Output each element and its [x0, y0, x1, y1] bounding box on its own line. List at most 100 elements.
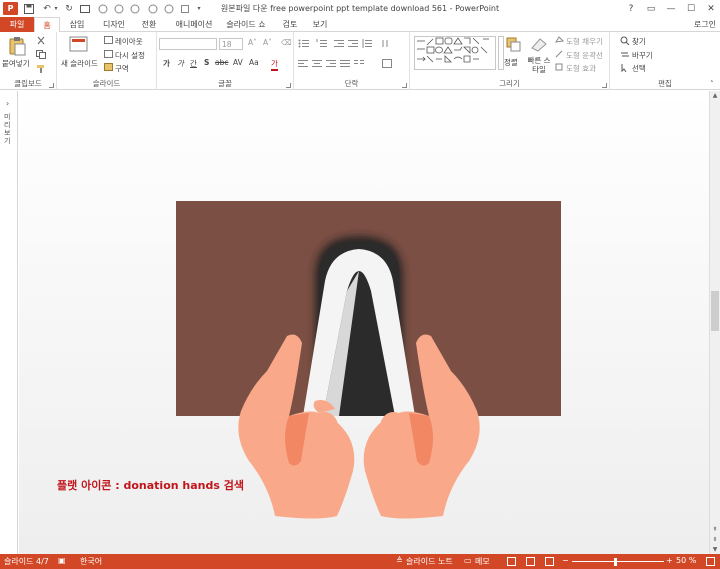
arrange-button[interactable]: 정렬 — [504, 57, 518, 68]
slide-editing-area[interactable]: 플랫 아이콘 : donation hands 검색 — [19, 91, 709, 554]
new-slide-icon[interactable] — [69, 36, 89, 56]
align-right-icon[interactable] — [326, 59, 336, 70]
close-button[interactable]: ✕ — [700, 0, 720, 17]
thumbnail-pane-collapsed[interactable]: › 미리 보기 — [0, 91, 18, 554]
scroll-up-icon[interactable]: ▲ — [710, 91, 720, 100]
zoom-in-icon[interactable]: + — [666, 556, 673, 565]
tab-animations[interactable]: 애니메이션 — [168, 17, 220, 32]
group-paragraph: 단락 — [294, 32, 410, 90]
zoom-out-icon[interactable]: − — [562, 556, 569, 565]
font-size-value: 18 — [222, 40, 232, 49]
grow-font-icon[interactable]: A˄ — [248, 38, 257, 47]
language-indicator[interactable]: 한국어 — [80, 556, 102, 567]
tab-view[interactable]: 보기 — [306, 17, 334, 32]
align-left-icon[interactable] — [298, 59, 308, 70]
fit-slide-icon[interactable] — [706, 557, 715, 566]
change-case-button[interactable]: Aa — [249, 58, 259, 67]
find-button[interactable]: 찾기 — [632, 36, 646, 47]
proofing-icon[interactable]: ▣ — [58, 556, 66, 565]
notes-button[interactable]: 슬라이드 노트 — [406, 556, 453, 567]
tab-design[interactable]: 디자인 — [96, 17, 132, 32]
columns-icon[interactable] — [354, 59, 364, 70]
layout-button[interactable]: 레이아웃 — [115, 36, 143, 47]
arrange-icon[interactable] — [506, 37, 522, 55]
shape-effects-button[interactable]: 도형 효과 — [566, 63, 596, 74]
font-color-button[interactable]: 가 — [271, 58, 278, 71]
tab-home[interactable]: 홈 — [34, 17, 60, 33]
underline-button[interactable]: 간 — [190, 58, 197, 69]
login-link[interactable]: 로그인 — [694, 19, 716, 30]
quick-styles-button[interactable]: 빠른 스타일 — [527, 56, 551, 74]
clipboard-launcher[interactable] — [49, 83, 54, 88]
replace-button[interactable]: 바꾸기 — [632, 50, 653, 61]
zoom-level[interactable]: 50 % — [676, 556, 696, 565]
scroll-down-icon[interactable]: ▼ — [710, 545, 720, 554]
reset-button[interactable]: 다시 설정 — [115, 50, 145, 61]
char-spacing-icon[interactable]: AV — [233, 58, 243, 67]
scroll-thumb[interactable] — [711, 291, 719, 331]
expand-pane-icon[interactable]: › — [6, 99, 9, 108]
shrink-font-icon[interactable]: A˅ — [263, 38, 272, 47]
comments-icon[interactable]: ▭ — [464, 556, 472, 565]
italic-button[interactable]: 가 — [177, 58, 184, 69]
increase-indent-icon[interactable] — [348, 39, 358, 50]
ribbon-display-button[interactable]: ▭ — [640, 0, 662, 17]
zoom-slider-thumb[interactable] — [614, 558, 617, 566]
clear-format-icon[interactable]: ⌫ — [281, 38, 292, 47]
maximize-button[interactable]: ☐ — [680, 0, 702, 17]
shapes-gallery[interactable] — [414, 36, 496, 70]
notes-icon[interactable]: ≜ — [396, 556, 403, 565]
shadow-button[interactable]: S — [204, 58, 209, 67]
help-button[interactable]: ? — [620, 0, 642, 17]
layout-icon — [104, 36, 113, 46]
shape-outline-button[interactable]: 도형 윤곽선 — [566, 50, 603, 61]
strikethrough-button[interactable]: abc — [215, 58, 228, 67]
group-slides: 새 슬라이드 레이아웃 다시 설정 구역 슬라이드 — [57, 32, 157, 90]
tab-review[interactable]: 검토 — [276, 17, 304, 32]
copy-icon[interactable] — [36, 50, 46, 61]
tab-file[interactable]: 파일 — [0, 17, 34, 32]
paste-button[interactable]: 붙여넣기 — [2, 58, 30, 69]
comments-button[interactable]: 메모 — [475, 556, 490, 567]
shape-effects-icon — [555, 63, 564, 73]
tab-insert[interactable]: 삽입 — [62, 17, 92, 32]
normal-view-icon[interactable] — [507, 557, 516, 566]
shape-outline-icon — [555, 50, 564, 60]
bullets-icon[interactable] — [298, 39, 310, 50]
new-slide-button[interactable]: 새 슬라이드 — [61, 58, 98, 69]
select-button[interactable]: 선택 — [632, 63, 646, 74]
group-clipboard: 붙여넣기 클립보드 — [0, 32, 57, 90]
bold-button[interactable]: 가 — [163, 58, 170, 69]
paragraph-launcher[interactable] — [402, 83, 407, 88]
replace-icon — [620, 50, 630, 61]
slide-sorter-icon[interactable] — [526, 557, 535, 566]
drawing-launcher[interactable] — [602, 83, 607, 88]
format-painter-icon[interactable] — [36, 64, 46, 75]
quick-styles-icon[interactable] — [530, 36, 548, 54]
shape-fill-button[interactable]: 도형 채우기 — [566, 36, 603, 47]
decrease-indent-icon[interactable] — [334, 39, 344, 50]
minimize-button[interactable]: — — [660, 0, 682, 17]
tab-slideshow[interactable]: 슬라이드 쇼 — [222, 17, 270, 32]
line-spacing-icon[interactable] — [362, 39, 372, 50]
collapse-ribbon-icon[interactable]: ˄ — [710, 80, 714, 88]
reading-view-icon[interactable] — [545, 557, 554, 566]
tab-transitions[interactable]: 전환 — [134, 17, 164, 32]
slide-caption[interactable]: 플랫 아이콘 : donation hands 검색 — [57, 477, 244, 493]
paste-icon[interactable] — [8, 36, 26, 58]
align-center-icon[interactable] — [312, 59, 322, 70]
prev-slide-icon[interactable]: ⇞ — [710, 525, 720, 534]
font-family-select[interactable] — [159, 38, 217, 50]
font-launcher[interactable] — [286, 83, 291, 88]
align-text-icon[interactable] — [382, 59, 392, 70]
vertical-scrollbar[interactable]: ▲ ⇞ ⇟ ▼ — [709, 91, 720, 554]
zoom-slider[interactable] — [572, 561, 664, 562]
justify-icon[interactable] — [340, 59, 350, 70]
font-size-select[interactable]: 18 — [219, 38, 243, 50]
cut-icon[interactable] — [36, 36, 46, 47]
section-button[interactable]: 구역 — [115, 63, 129, 74]
text-direction-icon[interactable] — [382, 39, 392, 50]
window-title: 원본파일 다운 free powerpoint ppt template dow… — [220, 4, 500, 13]
next-slide-icon[interactable]: ⇟ — [710, 535, 720, 544]
numbering-icon[interactable] — [316, 39, 328, 50]
